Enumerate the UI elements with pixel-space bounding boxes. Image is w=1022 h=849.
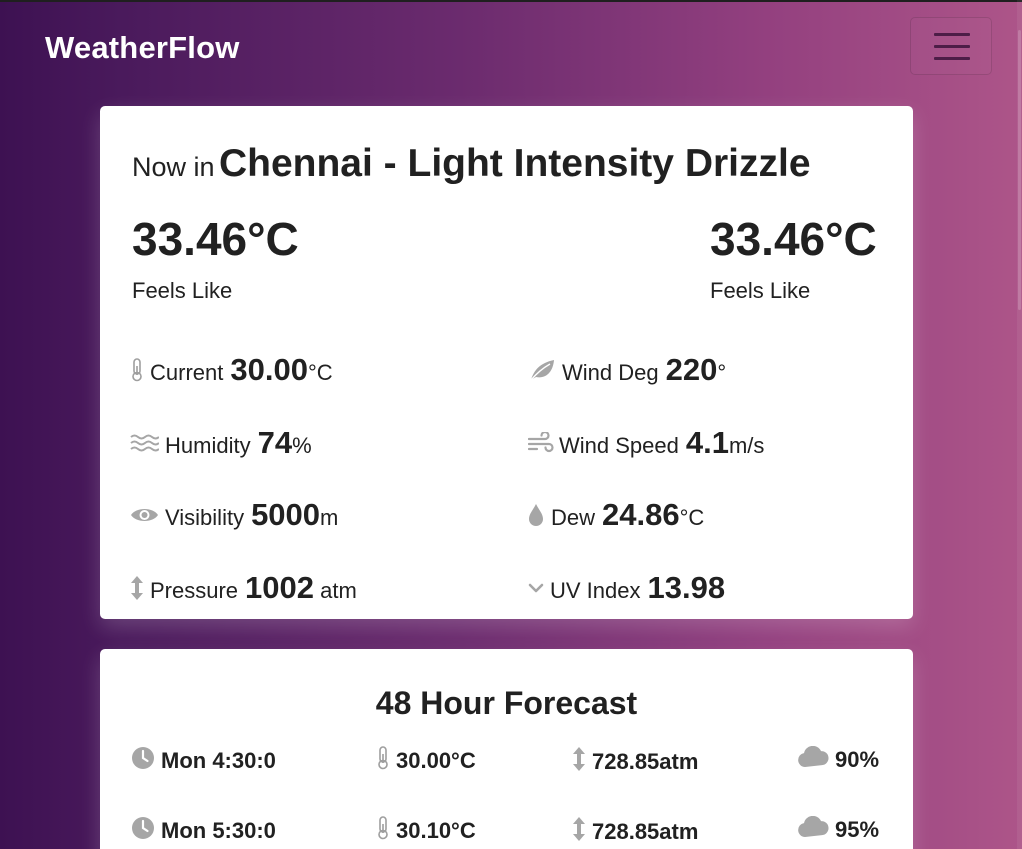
- forecast-pressure: 728.85atm: [572, 816, 698, 848]
- stat-visibility: Visibility 5000 m: [130, 497, 338, 533]
- stat-value: 5000: [251, 497, 321, 532]
- stat-unit: °C: [307, 360, 333, 385]
- stat-unit: atm: [314, 578, 357, 603]
- stat-value: 24.86: [602, 497, 680, 532]
- thermometer-icon: [376, 746, 396, 776]
- stat-value: 1002: [245, 570, 315, 605]
- clock-icon: [131, 746, 161, 776]
- stat-dew: Dew 24.86 °C: [528, 497, 704, 533]
- water-waves-icon: [130, 433, 165, 453]
- vertical-arrows-icon: [572, 746, 592, 778]
- stat-value: 220: [665, 352, 718, 387]
- feels-like-label-right: Feels Like: [710, 278, 811, 303]
- stat-label: Dew: [551, 505, 596, 530]
- stat-label: UV Index: [550, 578, 641, 603]
- navbar: WeatherFlow: [0, 2, 1022, 92]
- forecast-pressure-text: 728.85atm: [592, 819, 699, 844]
- stat-value: 30.00: [230, 352, 308, 387]
- stat-current-temp: Current 30.00 °C: [130, 352, 333, 388]
- city-condition-title: Chennai - Light Intensity Drizzle: [218, 142, 811, 185]
- forecast-pressure: 728.85atm: [572, 746, 698, 778]
- current-weather-card: Now in Chennai - Light Intensity Drizzle…: [100, 106, 913, 619]
- stat-label: Pressure: [150, 578, 239, 603]
- forecast-time-text: Mon 5:30:0: [161, 818, 276, 843]
- forecast-temp-text: 30.10°C: [396, 818, 476, 843]
- chevron-down-icon: [528, 582, 550, 594]
- stat-value: 4.1: [685, 425, 729, 460]
- stat-label: Humidity: [165, 433, 251, 458]
- forecast-time-text: Mon 4:30:0: [161, 748, 276, 773]
- forecast-time: Mon 4:30:0: [131, 746, 276, 776]
- stat-unit: m/s: [728, 433, 765, 458]
- vertical-arrows-icon: [572, 816, 592, 848]
- stat-wind-deg: Wind Deg 220 °: [528, 352, 726, 388]
- stat-unit: °: [717, 360, 727, 385]
- forecast-clouds-text: 90%: [835, 747, 880, 772]
- leaf-icon: [528, 358, 562, 382]
- forecast-temp: 30.10°C: [376, 816, 476, 846]
- feels-like-temp-left: 33.46°C: [132, 213, 299, 265]
- stat-wind-speed: Wind Speed 4.1 m/s: [528, 425, 764, 461]
- feels-like-temp-right: 33.46°C: [710, 213, 877, 265]
- thermometer-icon: [130, 358, 150, 382]
- page-scrollbar[interactable]: [1017, 0, 1022, 849]
- now-in-label: Now in: [132, 152, 215, 182]
- stat-label: Wind Speed: [559, 433, 679, 458]
- forecast-row: Mon 5:30:0 30.10°C 728.85atm 95%: [100, 815, 913, 849]
- stat-label: Visibility: [165, 505, 245, 530]
- forecast-time: Mon 5:30:0: [131, 816, 276, 846]
- current-heading: Now in Chennai - Light Intensity Drizzle: [132, 142, 811, 186]
- stat-uv-index: UV Index 13.98: [528, 570, 725, 606]
- forecast-clouds-text: 95%: [835, 817, 880, 842]
- clock-icon: [131, 816, 161, 846]
- stat-value: 13.98: [647, 570, 726, 605]
- feels-like-label-left: Feels Like: [132, 278, 233, 303]
- forecast-temp: 30.00°C: [376, 746, 476, 776]
- scrollbar-thumb[interactable]: [1018, 30, 1021, 310]
- thermometer-icon: [376, 816, 396, 846]
- forecast-clouds: 90%: [797, 745, 880, 774]
- cloud-icon: [797, 745, 835, 774]
- eye-icon: [130, 505, 165, 525]
- stat-pressure: Pressure 1002 atm: [130, 570, 357, 606]
- vertical-arrows-icon: [130, 575, 150, 601]
- menu-toggle-button[interactable]: [910, 17, 992, 75]
- forecast-temp-text: 30.00°C: [396, 748, 476, 773]
- forecast-row: Mon 4:30:0 30.00°C 728.85atm 90%: [100, 745, 913, 780]
- forecast-clouds: 95%: [797, 815, 880, 844]
- stat-label: Wind Deg: [562, 360, 659, 385]
- stat-unit: °C: [679, 505, 705, 530]
- stat-label: Current: [150, 360, 224, 385]
- forecast-card: 48 Hour Forecast Mon 4:30:0 30.00°C 728.…: [100, 649, 913, 849]
- wind-icon: [528, 432, 559, 454]
- forecast-title: 48 Hour Forecast: [375, 685, 638, 721]
- stat-unit: m: [320, 505, 339, 530]
- stat-value: 74: [257, 425, 293, 460]
- cloud-icon: [797, 815, 835, 844]
- forecast-pressure-text: 728.85atm: [592, 749, 699, 774]
- stat-humidity: Humidity 74 %: [130, 425, 312, 461]
- droplet-icon: [528, 503, 551, 527]
- stat-unit: %: [292, 433, 312, 458]
- brand-logo[interactable]: WeatherFlow: [45, 30, 240, 66]
